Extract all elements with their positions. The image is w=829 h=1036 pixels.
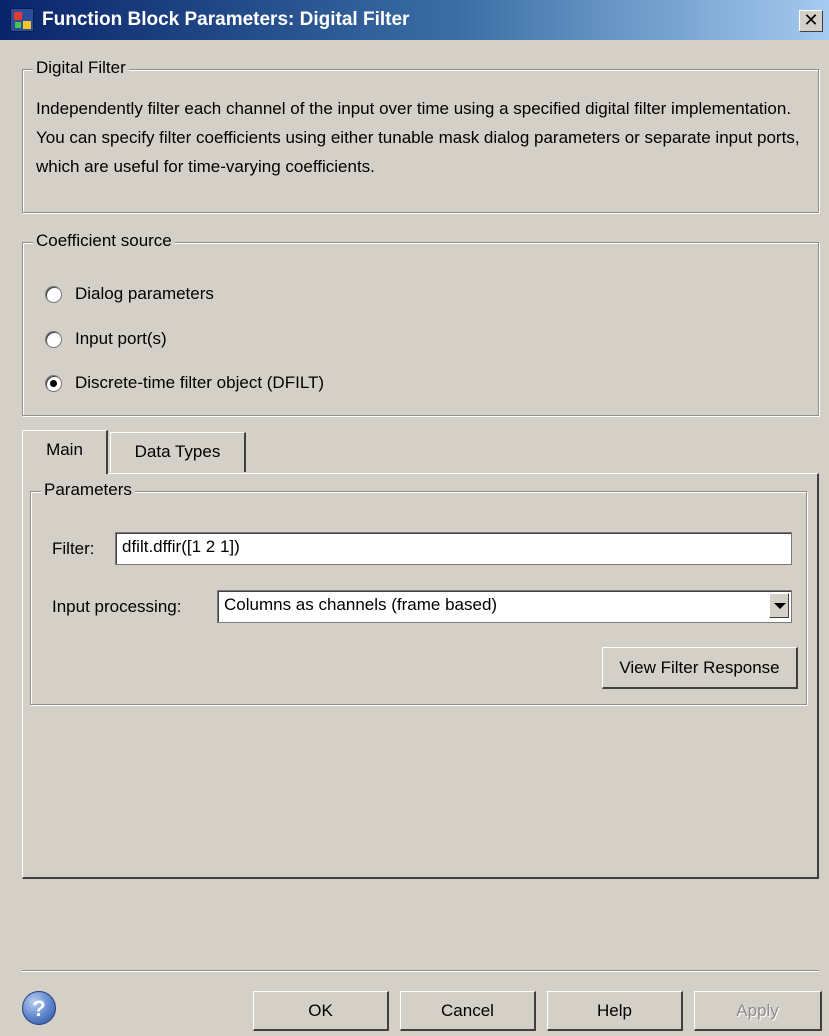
view-filter-response-button[interactable]: View Filter Response	[602, 647, 798, 689]
chevron-down-icon[interactable]	[769, 593, 789, 618]
parameters-group: Parameters Filter: dfilt.dffir([1 2 1]) …	[30, 480, 807, 705]
window-title: Function Block Parameters: Digital Filte…	[42, 9, 410, 30]
radio-label-dialog-parameters: Dialog parameters	[75, 284, 214, 303]
coefficient-source-group: Coefficient source Dialog parameters Inp…	[22, 231, 819, 416]
help-icon[interactable]: ?	[22, 991, 56, 1025]
ok-button[interactable]: OK	[253, 991, 389, 1031]
input-processing-value: Columns as channels (frame based)	[224, 595, 498, 614]
radio-button-dialog-parameters[interactable]	[45, 286, 62, 303]
radio-label-dfilt-object: Discrete-time filter object (DFILT)	[75, 373, 325, 392]
input-processing-label: Input processing:	[52, 597, 182, 616]
radio-button-input-ports[interactable]	[45, 331, 62, 348]
tab-data-types[interactable]: Data Types	[110, 432, 246, 472]
help-button-label: Help	[597, 1001, 632, 1020]
tab-main-label: Main	[46, 440, 83, 459]
help-button[interactable]: Help	[547, 991, 683, 1031]
close-button[interactable]: ✕	[799, 10, 823, 32]
tab-panel-main: Parameters Filter: dfilt.dffir([1 2 1]) …	[22, 473, 819, 879]
title-bar[interactable]: Function Block Parameters: Digital Filte…	[0, 0, 829, 40]
apply-button[interactable]: Apply	[694, 991, 822, 1031]
view-filter-response-label: View Filter Response	[619, 658, 780, 677]
filter-input[interactable]: dfilt.dffir([1 2 1])	[115, 532, 792, 565]
input-processing-dropdown[interactable]: Columns as channels (frame based)	[217, 590, 792, 623]
simulink-app-icon	[10, 8, 34, 32]
description-group: Digital Filter Independently filter each…	[22, 58, 819, 213]
description-group-legend: Digital Filter	[33, 58, 129, 78]
cancel-button-label: Cancel	[441, 1001, 494, 1020]
tab-main[interactable]: Main	[22, 430, 108, 474]
radio-button-dfilt-object[interactable]	[45, 375, 62, 392]
footer-divider	[22, 970, 819, 972]
ok-button-label: OK	[308, 1001, 333, 1020]
parameters-legend: Parameters	[41, 480, 135, 500]
close-icon: ✕	[803, 10, 819, 30]
filter-label: Filter:	[52, 539, 95, 558]
coefficient-source-legend: Coefficient source	[33, 231, 175, 251]
block-description: Independently filter each channel of the…	[36, 99, 800, 176]
radio-label-input-ports: Input port(s)	[75, 329, 167, 348]
tab-data-types-label: Data Types	[134, 442, 221, 461]
apply-button-label: Apply	[736, 1001, 779, 1020]
cancel-button[interactable]: Cancel	[400, 991, 536, 1031]
radio-selected-dot	[50, 380, 57, 387]
